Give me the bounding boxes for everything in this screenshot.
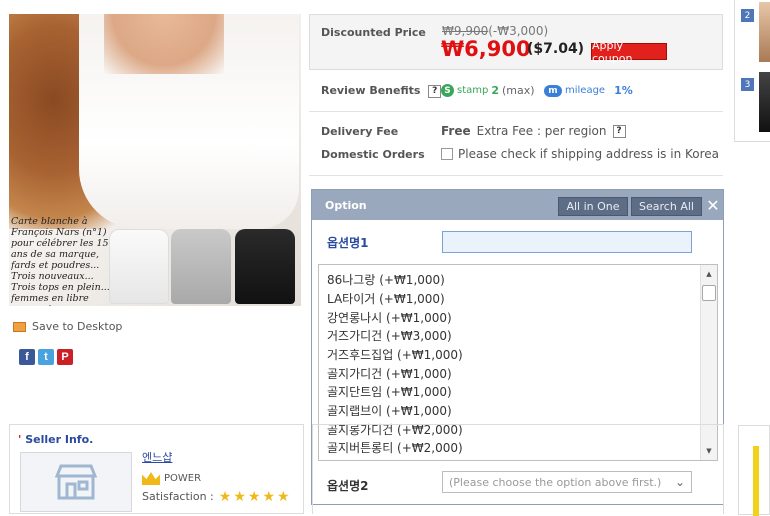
seller-info-title-text: Seller Info. [25,433,94,446]
facebook-icon[interactable]: f [19,349,35,365]
gray-shirt-thumb [171,229,231,304]
monitor-icon [13,321,26,332]
satisfaction-rating: Satisfaction : ★ ★ ★ ★ ★ [142,488,290,505]
power-seller-badge: POWER [142,472,201,485]
option-item[interactable]: 골지랩브이 (+₩1,000) [327,402,452,419]
twitter-icon[interactable]: t [38,349,54,365]
bullet: ' [18,433,22,446]
save-to-desktop-label: Save to Desktop [32,320,123,333]
option1-label: 옵션명1 [327,236,369,250]
stamp-benefit: S stamp 2 (max) [441,84,535,97]
close-icon[interactable]: ✕ [705,196,721,215]
star-icon: ★ [218,488,232,505]
mileage-icon: m [544,84,562,97]
discounted-price-label: Discounted Price [321,26,426,39]
delivery-extra: Extra Fee : per region [476,124,607,138]
divider [309,111,723,112]
usd-price: ($7.04) [527,41,585,57]
option-item[interactable]: 골지가디건 (+₩1,000) [327,365,452,382]
magazine-text: Carte blanche à François Nars (n°1) pour… [11,216,110,306]
option-item[interactable]: 거즈후드집업 (+₩1,000) [327,346,463,363]
option-item[interactable]: 86나그랑 (+₩1,000) [327,271,445,288]
scroll-up-icon[interactable]: ▲ [701,266,717,282]
delivery-fee: Free Extra Fee : per region ? [441,124,626,138]
star-icon: ★ [262,488,276,505]
rec-number: 2 [741,9,754,22]
store-icon [54,464,98,500]
option-item[interactable]: 강연롱나시 (+₩1,000) [327,309,452,326]
scroll-thumb[interactable] [702,285,716,301]
stamp-text: stamp [457,85,489,96]
all-in-one-button[interactable]: All in One [558,197,628,216]
star-icon: ★ [233,488,246,505]
save-to-desktop-link[interactable]: Save to Desktop [13,320,122,333]
rec-number: 3 [741,78,754,91]
shop-thumbnail[interactable] [20,452,132,512]
domestic-orders-label: Domestic Orders [321,148,425,161]
option1-search-input[interactable] [442,231,692,253]
shop-name-link[interactable]: 엔느샵 [142,449,172,465]
stamp-max: (max) [502,84,535,97]
original-price: ₩9,900(-₩3,000) [442,24,548,38]
discount-amount: (-₩3,000) [488,24,549,38]
star-icon: ★ [247,488,261,505]
delivery-free: Free [441,124,471,138]
mileage-benefit: m mileage 1% [544,84,633,97]
star-icon: ★ [277,488,290,505]
sale-price: ₩6,900 [441,37,531,61]
black-shirt-thumb [235,229,295,304]
help-icon[interactable]: ? [612,124,626,138]
social-share-bar: f t P [19,349,73,365]
option-title: Option [325,199,367,212]
stamp-icon: S [441,84,454,97]
mileage-text: mileage [565,85,606,96]
option-item[interactable]: 골지단트임 (+₩1,000) [327,383,452,400]
review-benefits-label: Review Benefits ? [321,84,442,98]
seller-info-title: ' Seller Info. [18,433,93,446]
rec-item-image[interactable] [759,72,770,132]
domestic-check: Please check if shipping address is in K… [441,147,719,161]
satisfaction-label: Satisfaction : [142,490,214,503]
middle-info-box [312,424,724,514]
apply-coupon-button[interactable]: Apply coupon [591,39,667,65]
domestic-check-text: Please check if shipping address is in K… [458,147,720,161]
product-image[interactable]: Carte blanche à François Nars (n°1) pour… [9,14,301,306]
help-icon[interactable]: ? [428,84,442,98]
review-benefits-text: Review Benefits [321,84,421,97]
divider [309,175,723,176]
delivery-fee-label: Delivery Fee [321,125,399,138]
original-price-value: ₩9,900 [442,24,489,38]
white-shirt-thumb [109,229,169,304]
rec-item-image[interactable] [759,2,770,62]
option-item[interactable]: LA타이거 (+₩1,000) [327,290,445,307]
search-all-button[interactable]: Search All [631,197,702,216]
stamp-count: 2 [491,84,500,97]
right-bottom-box [738,425,770,516]
power-label: POWER [164,473,202,484]
option-item[interactable]: 거즈가디건 (+₩3,000) [327,327,452,344]
model-neck [104,14,224,74]
mileage-pct: 1% [614,84,633,97]
crown-icon [142,472,160,485]
pinterest-icon[interactable]: P [57,349,73,365]
yellow-bar [753,446,759,516]
recommendation-panel: 2 3 [734,0,770,142]
domestic-checkbox[interactable] [441,148,453,160]
